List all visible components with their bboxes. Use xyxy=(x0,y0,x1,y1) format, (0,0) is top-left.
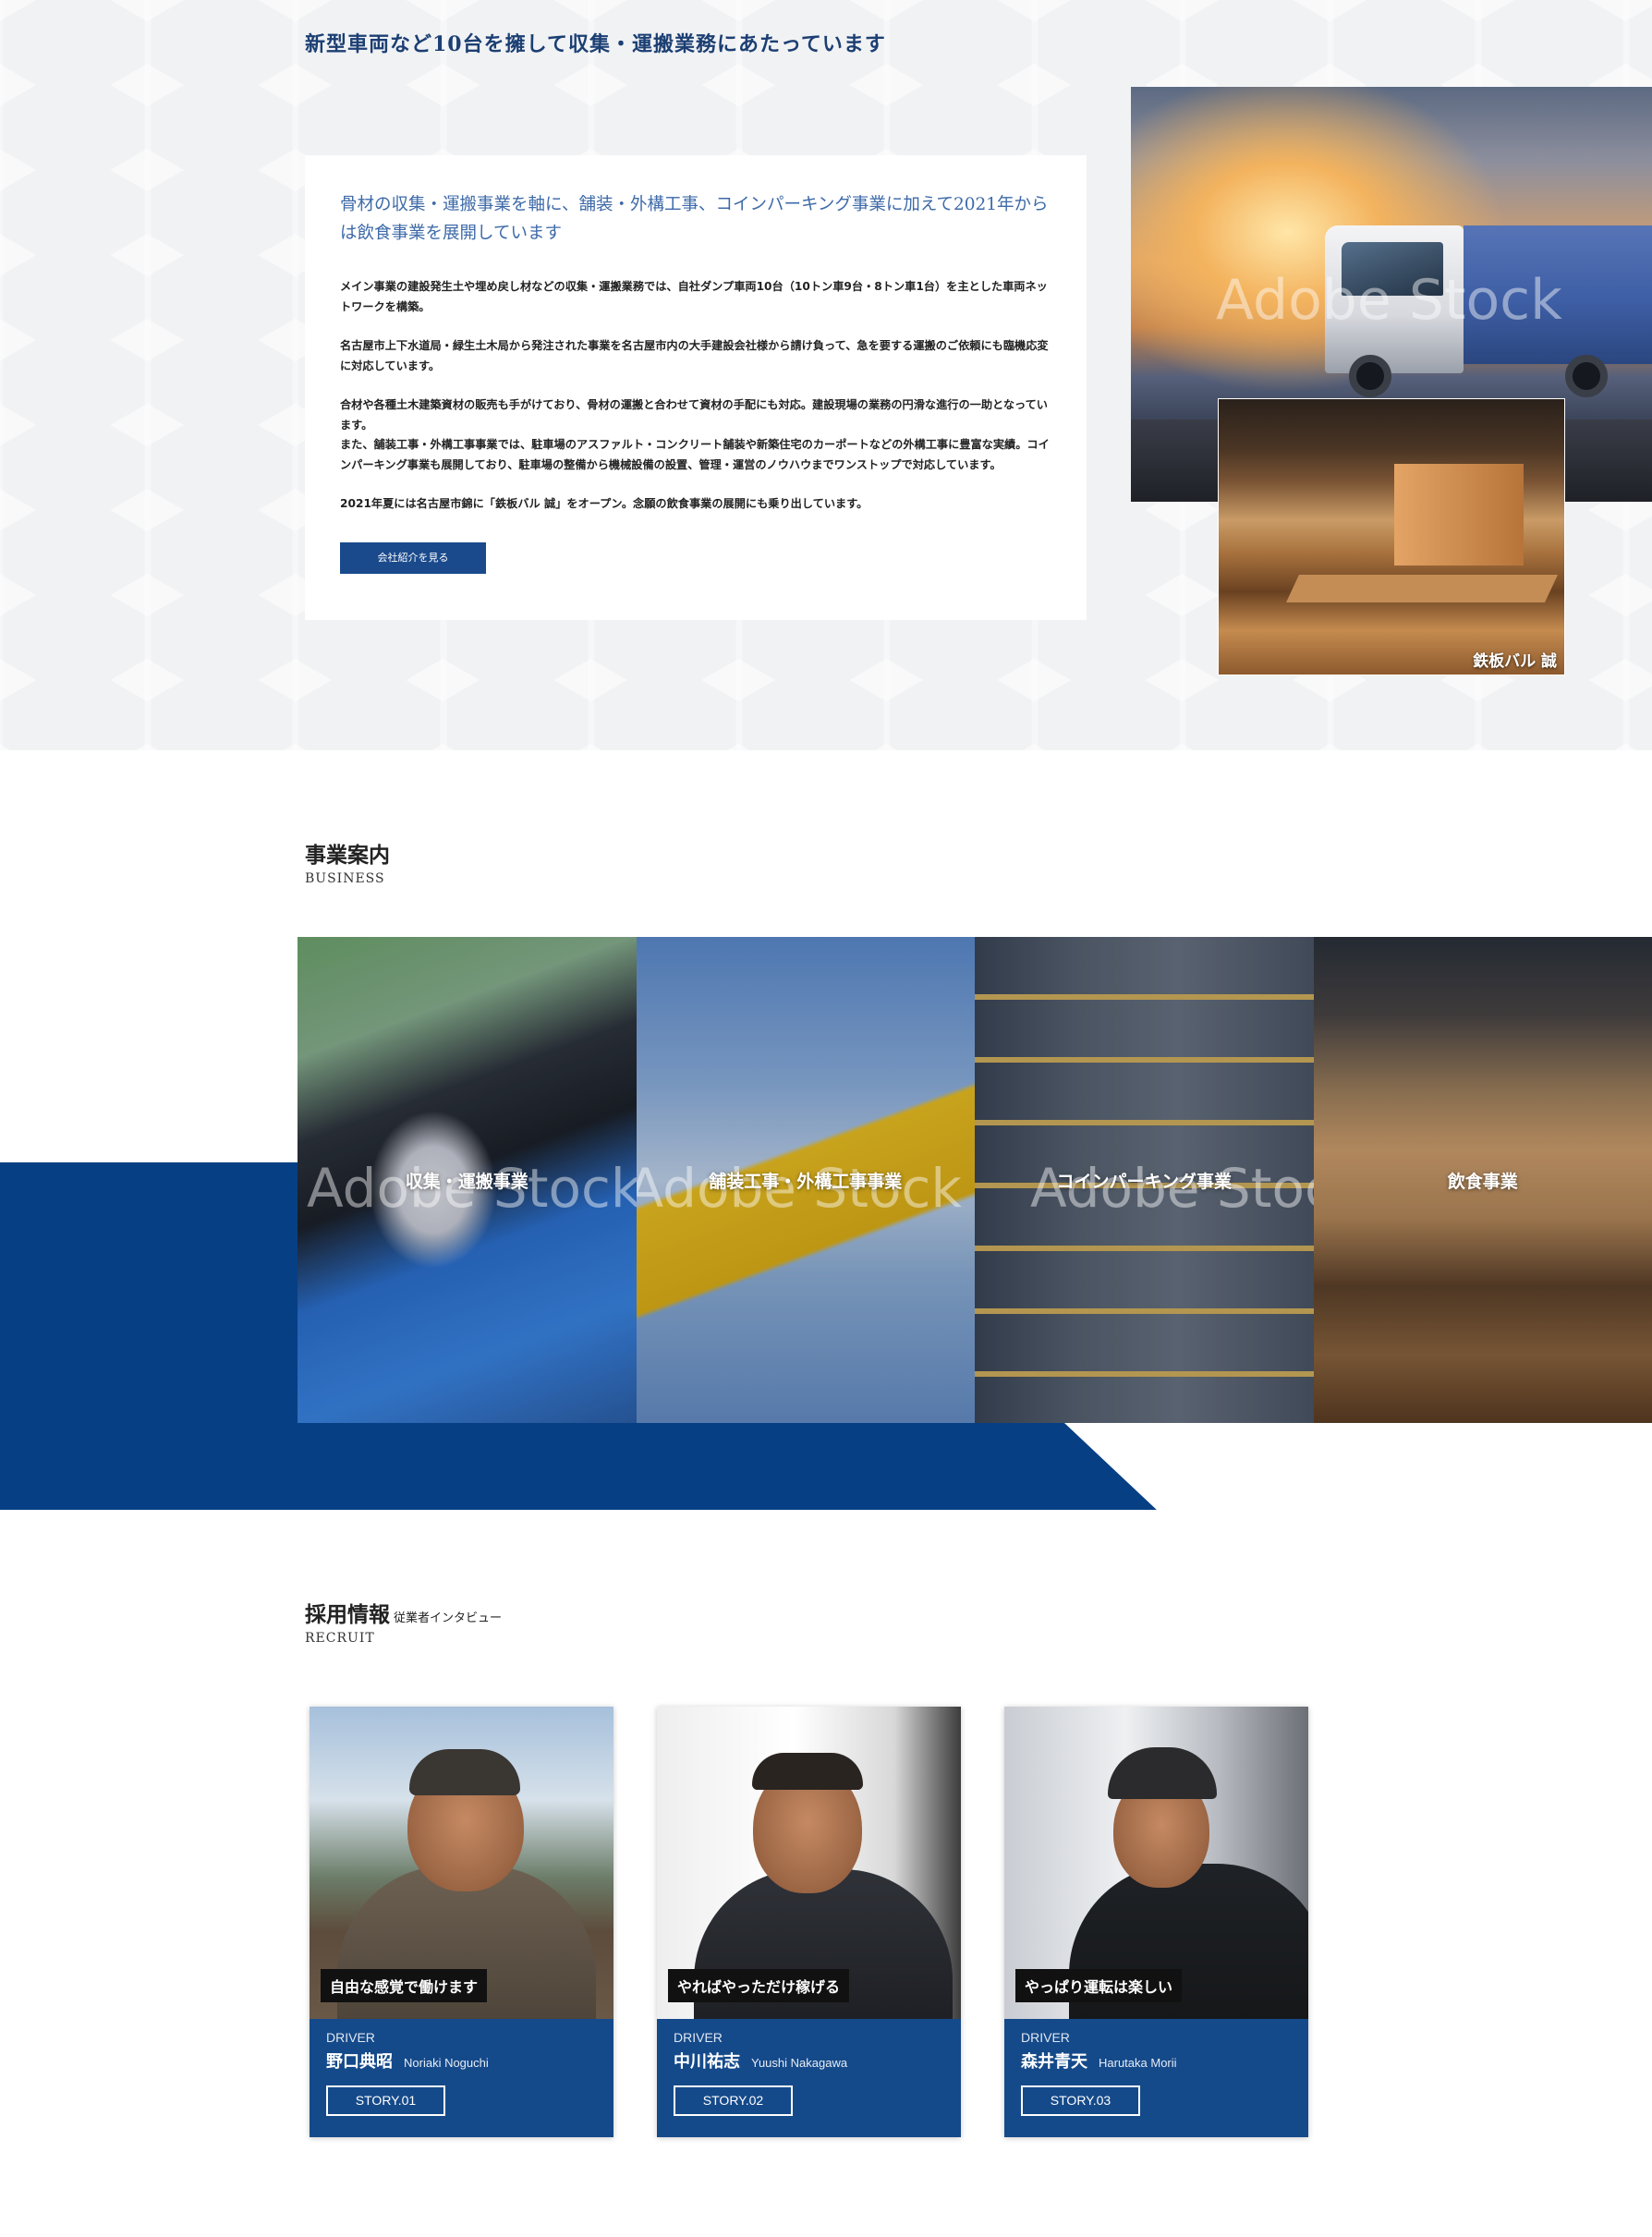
blue-band-edge xyxy=(1111,1423,1157,1510)
story-button[interactable]: STORY.03 xyxy=(1021,2085,1140,2116)
interview-card[interactable]: 自由な感覚で働けます DRIVER 野口典昭 Noriaki Noguchi ST… xyxy=(310,1707,613,2137)
recruit-subtitle: RECRUIT xyxy=(305,1631,375,1646)
employee-info: DRIVER 中川祐志 Yuushi Nakagawa STORY.02 xyxy=(657,2019,961,2137)
company-intro-button[interactable]: 会社紹介を見る xyxy=(340,541,486,574)
about-heading: 新型車両など10台を擁して収集・運搬業務にあたっています xyxy=(305,32,886,56)
employee-role: DRIVER xyxy=(674,2030,723,2045)
about-paragraph: 名古屋市上下水道局・緑生土木局から発注された事業を名古屋市内の大手建設会社様から… xyxy=(340,339,1049,372)
business-title: 事業案内 xyxy=(305,843,390,868)
restaurant-table-graphic xyxy=(1286,575,1558,602)
business-tile-transport[interactable]: Adobe Stock 収集・運搬事業 xyxy=(298,937,637,1423)
employee-hair-graphic xyxy=(409,1749,520,1795)
employee-info: DRIVER 森井青天 Harutaka Morii STORY.03 xyxy=(1004,2019,1308,2137)
business-tile-paving[interactable]: Adobe Stock 舗装工事・外構工事事業 xyxy=(636,937,975,1423)
restaurant-caption: 鉄板バル 誠 xyxy=(1473,652,1557,671)
about-card: 骨材の収集・運搬事業を軸に、舗装・外構工事、コインパーキング事業に加えて2021… xyxy=(305,155,1087,620)
business-tile-label: 収集・運搬事業 xyxy=(405,1171,528,1192)
restaurant-wall-graphic xyxy=(1394,464,1524,565)
business-tile-label: 飲食事業 xyxy=(1447,1171,1518,1192)
about-section: 新型車両など10台を擁して収集・運搬業務にあたっています 骨材の収集・運搬事業を… xyxy=(0,0,1652,750)
employee-name-en: Yuushi Nakagawa xyxy=(751,2056,848,2070)
employee-name-jp: 中川祐志 xyxy=(674,2052,740,2072)
about-paragraph: 2021年夏には名古屋市錦に「鉄板バル 誠」をオープン。念願の飲食事業の展開にも… xyxy=(340,497,869,510)
business-tile-label: コインパーキング事業 xyxy=(1056,1171,1232,1192)
truck-wheel-graphic xyxy=(1565,355,1608,397)
about-lead: 骨材の収集・運搬事業を軸に、舗装・外構工事、コインパーキング事業に加えて2021… xyxy=(340,195,1049,243)
business-tile-restaurant[interactable]: 飲食事業 xyxy=(1313,937,1652,1423)
employee-name-jp: 野口典昭 xyxy=(326,2052,393,2072)
about-paragraph: また、舗装工事・外構工事事業では、駐車場のアスファルト・コンクリート舗装や新築住… xyxy=(340,438,1050,471)
truck-window-graphic xyxy=(1342,242,1443,296)
business-tiles: Adobe Stock 収集・運搬事業 Adobe Stock 舗装工事・外構工… xyxy=(298,937,1652,1423)
business-tile-parking[interactable]: Adobe Stock コインパーキング事業 xyxy=(975,937,1314,1423)
restaurant-photo: 鉄板バル 誠 xyxy=(1218,398,1565,675)
employee-photo: 自由な感覚で働けます xyxy=(310,1707,613,2019)
employee-catchphrase: 自由な感覚で働けます xyxy=(321,1969,488,2002)
recruit-title: 採用情報 従業者インタビュー xyxy=(305,1597,502,1628)
employee-catchphrase: やっぱり運転は楽しい xyxy=(1015,1969,1183,2002)
employee-role: DRIVER xyxy=(326,2030,375,2045)
truck-trailer-graphic xyxy=(1464,225,1652,364)
about-paragraph: メイン事業の建設発生土や埋め戻し材などの収集・運搬業務では、自社ダンプ車両10台… xyxy=(340,280,1048,313)
interview-cards: 自由な感覚で働けます DRIVER 野口典昭 Noriaki Noguchi ST… xyxy=(310,1707,1308,2137)
employee-role: DRIVER xyxy=(1021,2030,1070,2045)
employee-photo: やればやっただけ稼げる xyxy=(657,1707,961,2019)
employee-name-en: Noriaki Noguchi xyxy=(404,2056,489,2070)
employee-hair-graphic xyxy=(752,1753,863,1790)
interview-card[interactable]: やればやっただけ稼げる DRIVER 中川祐志 Yuushi Nakagawa S… xyxy=(657,1707,961,2137)
employee-name-row: 中川祐志 Yuushi Nakagawa xyxy=(674,2049,944,2073)
employee-name-row: 森井青天 Harutaka Morii xyxy=(1021,2049,1292,2073)
story-button[interactable]: STORY.02 xyxy=(674,2085,793,2116)
business-subtitle: BUSINESS xyxy=(305,871,385,886)
interview-card[interactable]: やっぱり運転は楽しい DRIVER 森井青天 Harutaka Morii STO… xyxy=(1004,1707,1308,2137)
recruit-title-small: 従業者インタビュー xyxy=(394,1611,503,1625)
story-button[interactable]: STORY.01 xyxy=(326,2085,445,2116)
employee-info: DRIVER 野口典昭 Noriaki Noguchi STORY.01 xyxy=(310,2019,613,2137)
helmet-graphic xyxy=(1108,1747,1217,1799)
employee-name-row: 野口典昭 Noriaki Noguchi xyxy=(326,2049,597,2073)
truck-wheel-graphic xyxy=(1349,355,1391,397)
recruit-title-text: 採用情報 xyxy=(305,1602,390,1627)
employee-name-en: Harutaka Morii xyxy=(1099,2056,1177,2070)
employee-photo: やっぱり運転は楽しい xyxy=(1004,1707,1308,2019)
about-paragraph: 合材や各種土木建築資材の販売も手がけており、骨材の運搬と合わせて資材の手配にも対… xyxy=(340,398,1048,432)
employee-name-jp: 森井青天 xyxy=(1021,2052,1087,2072)
employee-catchphrase: やればやっただけ稼げる xyxy=(668,1969,850,2002)
business-tile-label: 舗装工事・外構工事事業 xyxy=(709,1171,903,1192)
